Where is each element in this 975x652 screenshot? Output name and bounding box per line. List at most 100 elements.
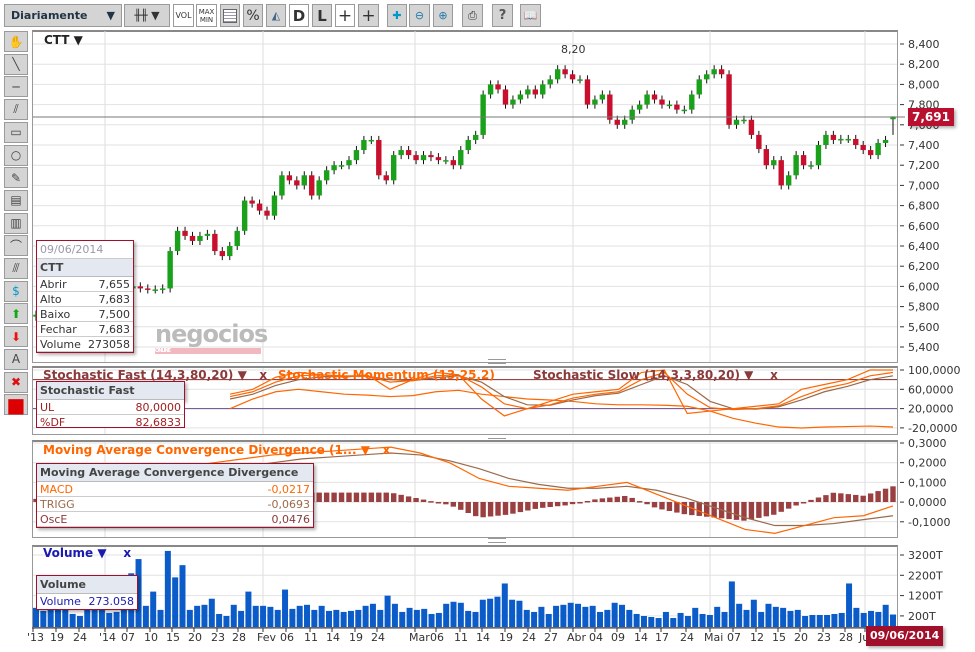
macd-tick-label: 0,3000 — [908, 437, 947, 450]
candle-down — [309, 175, 315, 196]
macd-histogram-bar — [815, 497, 822, 502]
macd-histogram-bar — [577, 502, 583, 504]
macd-histogram-bar — [651, 502, 658, 508]
volume-bar — [230, 604, 237, 627]
candle-down — [137, 286, 144, 289]
volume-info-box: Volume Volume 273.058 — [36, 575, 138, 610]
date-tick-label: 20 — [794, 631, 808, 644]
candle-down — [495, 84, 501, 90]
stochastic-fast-title[interactable]: Stochastic Fast (14,3,80,20) ▼ x — [43, 368, 267, 382]
macd-histogram-bar — [316, 492, 322, 502]
volume-bar — [662, 611, 669, 627]
volume-bar — [282, 589, 289, 627]
macd-histogram-bar — [368, 492, 375, 502]
price-tick-label: 5,400 — [908, 341, 940, 354]
volume-bar — [597, 611, 604, 627]
volume-bar — [728, 581, 735, 627]
volume-bar — [523, 609, 530, 627]
chart-canvas[interactable]: 8,4008,2008,0007,8007,6007,4007,2007,000… — [0, 0, 975, 652]
volume-bar — [194, 605, 201, 627]
candle-up — [741, 119, 747, 122]
close-icon[interactable]: x — [770, 368, 778, 382]
candle-up — [353, 150, 360, 161]
volume-bar — [846, 583, 853, 627]
candle-down — [569, 74, 576, 80]
stochastic-momentum-title[interactable]: Stochastic Momentum (13,25,2) — [278, 368, 495, 382]
price-tick-label: 6,600 — [908, 220, 940, 233]
candle-down — [219, 251, 226, 257]
current-date-tag: 09/06/2014 — [866, 626, 944, 646]
macd-histogram-bar — [733, 502, 740, 520]
date-tick-label: Mar — [409, 631, 430, 644]
volume-bar — [33, 607, 39, 627]
volume-bar — [296, 605, 303, 627]
date-tick-label: Fev — [257, 631, 276, 644]
close-icon[interactable]: x — [259, 368, 267, 382]
volume-bar — [706, 614, 713, 627]
candle-down — [867, 150, 874, 156]
macd-histogram-bar — [361, 492, 367, 502]
candle-up — [159, 288, 166, 290]
macd-histogram-bar — [435, 502, 442, 504]
info-row: Baixo 7,500 — [37, 307, 133, 322]
macd-histogram-bar — [532, 502, 538, 509]
macd-histogram-bar — [420, 499, 427, 502]
volume-bar — [538, 606, 545, 627]
symbol-label: CTT — [44, 33, 70, 47]
macd-histogram-bar — [778, 502, 784, 512]
macd-title[interactable]: Moving Average Convergence Divergence (1… — [43, 443, 390, 457]
ohlc-info-box: 09/06/2014 CTT Abrir 7,655 Alto 7,683 Baixo 7… — [36, 240, 134, 353]
candle-up — [241, 200, 248, 231]
info-date: 09/06/2014 — [37, 241, 133, 259]
volume-bar — [758, 611, 765, 627]
volume-bar — [216, 613, 223, 627]
volume-bar — [186, 609, 193, 627]
candle-up — [554, 69, 561, 80]
candle-up — [443, 160, 449, 162]
watermark-logo: negocios ONLINE — [155, 320, 268, 354]
close-icon[interactable]: x — [382, 443, 390, 457]
candle-up — [696, 79, 702, 95]
macd-histogram-bar — [771, 502, 777, 515]
volume-bar — [575, 603, 582, 627]
price-tick-label: 6,800 — [908, 200, 940, 213]
macd-histogram-bar — [853, 494, 859, 502]
info-symbol: CTT — [37, 259, 133, 277]
candle-down — [778, 160, 784, 186]
volume-bar — [684, 616, 691, 627]
volume-bar — [838, 612, 845, 627]
price-tick-label: 7,000 — [908, 179, 940, 192]
volume-bar — [618, 604, 625, 627]
date-tick-label: Mai — [704, 631, 723, 644]
stochastic-slow-title[interactable]: Stochastic Slow (14,3,3,80,20) ▼ x — [533, 368, 778, 382]
macd-histogram-bar — [785, 502, 792, 509]
candle-up — [785, 175, 792, 186]
date-tick-label: 28 — [839, 631, 853, 644]
volume-bar — [750, 599, 757, 627]
volume-bar — [157, 609, 164, 627]
date-tick-label: 24 — [522, 631, 536, 644]
candle-down — [413, 155, 419, 161]
volume-bar — [318, 605, 325, 627]
volume-bar — [443, 603, 450, 627]
volume-bar — [772, 606, 779, 627]
price-tick-label: 7,400 — [908, 139, 940, 152]
candle-up — [622, 119, 628, 125]
symbol-dropdown[interactable]: CTT ▼ — [44, 33, 83, 47]
candle-down — [756, 134, 762, 150]
macd-histogram-bar — [405, 496, 412, 502]
volume-bar — [875, 611, 882, 627]
macd-histogram-bar — [636, 501, 643, 503]
macd-info-box: Moving Average Convergence Divergence MA… — [36, 463, 314, 528]
macd-histogram-bar — [554, 502, 561, 507]
macd-histogram-bar — [540, 502, 546, 508]
candle-up — [227, 246, 233, 257]
close-icon[interactable]: x — [123, 546, 131, 560]
volume-bar — [582, 606, 589, 627]
volume-bar — [589, 605, 596, 627]
candle-up — [823, 134, 829, 145]
candle-up — [279, 175, 285, 196]
candle-up — [197, 235, 203, 241]
volume-title[interactable]: Volume ▼ x — [43, 546, 131, 560]
macd-histogram-bar — [614, 496, 620, 502]
